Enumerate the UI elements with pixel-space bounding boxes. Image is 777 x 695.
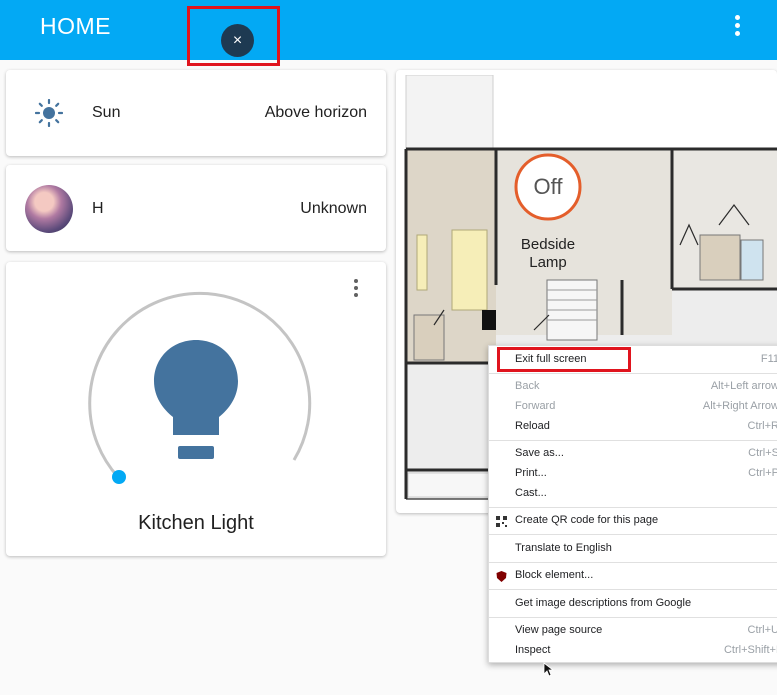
highlight-box-exit-full-screen bbox=[497, 347, 631, 372]
sun-icon bbox=[35, 99, 63, 127]
lamp-state: Off bbox=[533, 174, 563, 199]
menu-separator bbox=[489, 562, 777, 563]
menu-item-shortcut: Alt+Right Arrow bbox=[702, 400, 777, 412]
menu-item-shortcut: F11 bbox=[760, 353, 777, 365]
menu-item-shortcut: Ctrl+Shift+I bbox=[723, 644, 777, 656]
menu-item-label: Block element... bbox=[515, 569, 594, 581]
menu-item-create-qr-code[interactable]: Create QR code for this page bbox=[515, 514, 775, 530]
menu-item-label: Save as... bbox=[515, 447, 564, 459]
light-name: Kitchen Light bbox=[138, 512, 254, 534]
menu-item-label: View page source bbox=[515, 624, 603, 636]
app-title: HOME bbox=[40, 13, 111, 39]
menu-item-inspect[interactable]: Inspect Ctrl+Shift+I bbox=[515, 644, 777, 660]
menu-item-label: Translate to English bbox=[515, 542, 612, 554]
brightness-slider-handle bbox=[112, 470, 126, 484]
menu-item-label: Get image descriptions from Google bbox=[515, 597, 692, 609]
menu-item-shortcut: Ctrl+P bbox=[748, 467, 777, 479]
menu-item-shortcut: Ctrl+U bbox=[747, 624, 777, 636]
entity-name-person: H bbox=[92, 200, 104, 217]
app-header: HOME bbox=[0, 0, 777, 60]
menu-item-translate[interactable]: Translate to English bbox=[515, 542, 775, 558]
menu-item-block-element[interactable]: Block element... bbox=[515, 569, 775, 585]
menu-item-label: Inspect bbox=[515, 644, 551, 656]
menu-item-label: Cast... bbox=[515, 487, 547, 499]
menu-item-cast[interactable]: Cast... bbox=[515, 487, 775, 503]
entity-state-person: Unknown bbox=[300, 200, 367, 217]
menu-item-image-descriptions[interactable]: Get image descriptions from Google bbox=[515, 597, 775, 613]
menu-separator bbox=[489, 534, 777, 535]
menu-item-label: Reload bbox=[515, 420, 550, 432]
ublock-shield-icon bbox=[496, 571, 507, 582]
light-card-menu-icon[interactable] bbox=[352, 279, 360, 301]
menu-separator bbox=[489, 440, 777, 441]
entity-state-sun: Above horizon bbox=[264, 104, 367, 121]
lamp-name-line-1: Bedside bbox=[520, 236, 576, 253]
menu-item-save-as[interactable]: Save as... Ctrl+S bbox=[515, 447, 777, 463]
mouse-cursor-icon bbox=[543, 662, 555, 677]
menu-item-label: Forward bbox=[515, 400, 556, 412]
avatar bbox=[25, 185, 73, 233]
highlight-box-close bbox=[187, 6, 280, 66]
menu-separator bbox=[489, 617, 777, 618]
lightbulb-icon[interactable] bbox=[153, 339, 239, 461]
menu-item-shortcut: Ctrl+S bbox=[748, 447, 777, 459]
menu-separator bbox=[489, 589, 777, 590]
context-menu: Exit full screen F11 Back Alt+Left arrow F… bbox=[488, 345, 777, 663]
menu-item-label: Back bbox=[515, 380, 540, 392]
menu-item-label: Create QR code for this page bbox=[515, 514, 659, 526]
menu-separator bbox=[489, 507, 777, 508]
menu-item-shortcut: Ctrl+R bbox=[747, 420, 777, 432]
lamp-name-line-2: Lamp bbox=[529, 254, 567, 271]
qr-code-icon bbox=[496, 516, 507, 527]
menu-separator bbox=[489, 373, 777, 374]
menu-item-shortcut: Alt+Left arrow bbox=[710, 380, 777, 392]
menu-item-print[interactable]: Print... Ctrl+P bbox=[515, 467, 777, 483]
overflow-menu-icon[interactable] bbox=[729, 14, 745, 40]
menu-item-forward[interactable]: Forward Alt+Right Arrow bbox=[515, 400, 777, 416]
menu-item-back[interactable]: Back Alt+Left arrow bbox=[515, 380, 777, 396]
menu-item-label: Print... bbox=[515, 467, 547, 479]
menu-item-view-page-source[interactable]: View page source Ctrl+U bbox=[515, 624, 777, 640]
menu-item-reload[interactable]: Reload Ctrl+R bbox=[515, 420, 777, 436]
entity-name-sun: Sun bbox=[92, 104, 121, 121]
